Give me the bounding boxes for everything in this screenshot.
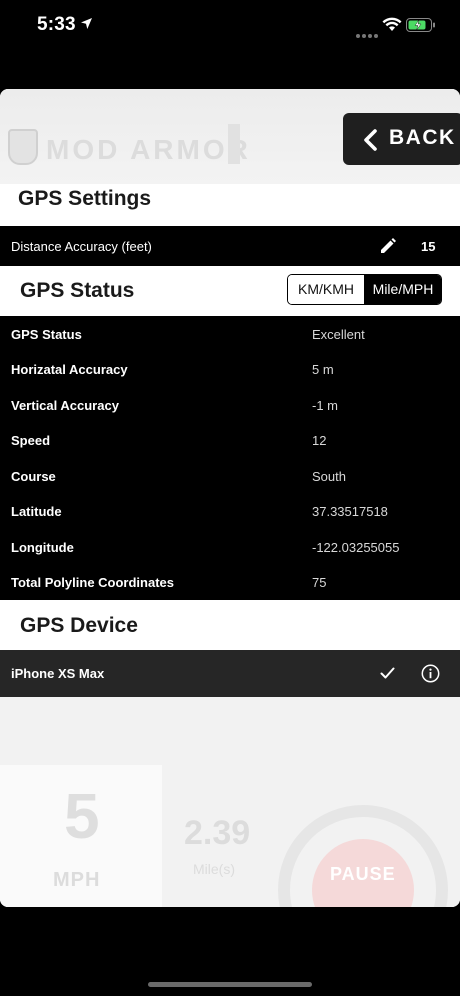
home-indicator[interactable]: [148, 982, 312, 987]
gps-device-title: GPS Device: [20, 614, 138, 637]
chevron-left-icon: [364, 129, 377, 151]
background-distance-value: 2.39: [184, 814, 251, 852]
background-speed-unit: MPH: [53, 869, 101, 891]
row-value: Excellent: [312, 327, 365, 342]
row-value: -1 m: [312, 398, 338, 413]
row-value: South: [312, 469, 346, 484]
signal-dots-icon: [356, 25, 380, 43]
wifi-icon: [382, 17, 402, 31]
battery-charging-icon: [406, 18, 435, 32]
row-label: Horizatal Accuracy: [11, 362, 128, 377]
row-label: Speed: [11, 433, 51, 448]
row-label: Longitude: [11, 540, 74, 555]
row-label: Vertical Accuracy: [11, 398, 119, 413]
pencil-icon[interactable]: [380, 237, 397, 254]
device-row[interactable]: iPhone XS Max: [0, 650, 460, 697]
device-name: iPhone XS Max: [11, 666, 105, 681]
back-button[interactable]: BACK: [343, 113, 460, 165]
checkmark-icon: [380, 667, 395, 679]
distance-accuracy-row[interactable]: Distance Accuracy (feet) 15: [0, 226, 460, 266]
row-value: -122.03255055: [312, 540, 400, 555]
row-label: Latitude: [11, 504, 62, 519]
row-value: 12: [312, 433, 327, 448]
gps-status-table: GPS Status Excellent Horizatal Accuracy …: [0, 316, 460, 600]
background-speed-value: 5: [64, 780, 100, 852]
row-value: 37.33517518: [312, 504, 388, 519]
shield-icon: [8, 129, 38, 165]
distance-accuracy-label: Distance Accuracy (feet): [11, 239, 152, 254]
row-label: Course: [11, 469, 56, 484]
status-time: 5:33: [37, 14, 76, 35]
status-bar: 5:33: [0, 0, 460, 52]
brand-logo: MOD ARMOR: [8, 129, 251, 166]
units-km-option[interactable]: KM/KMH: [288, 275, 364, 304]
background-pause-label: PAUSE: [330, 864, 396, 884]
row-label: Total Polyline Coordinates: [11, 575, 175, 590]
row-label: GPS Status: [11, 327, 82, 342]
gps-settings-card: MOD ARMOR BACK GPS Settings Distance Acc…: [0, 89, 460, 907]
location-arrow-icon: [81, 18, 92, 29]
gps-settings-title: GPS Settings: [18, 187, 152, 210]
back-button-label: BACK: [389, 126, 456, 149]
row-value: 75: [312, 575, 327, 590]
row-value: 5 m: [312, 362, 334, 377]
gps-status-title: GPS Status: [20, 279, 135, 302]
info-icon[interactable]: [421, 664, 440, 683]
distance-accuracy-value: 15: [421, 239, 436, 254]
units-segmented-control[interactable]: KM/KMH Mile/MPH: [287, 274, 442, 305]
background-distance-unit: Mile(s): [193, 861, 235, 877]
units-mile-option[interactable]: Mile/MPH: [364, 275, 441, 304]
